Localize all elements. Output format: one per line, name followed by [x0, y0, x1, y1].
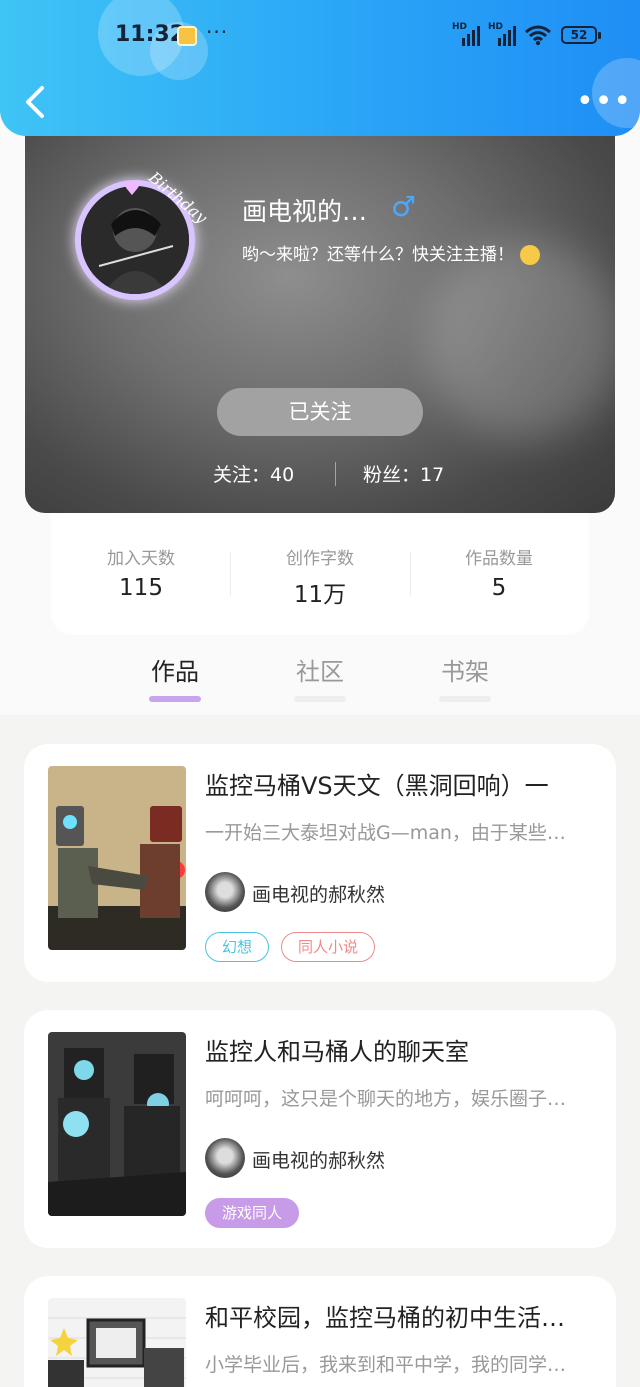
- stat-value: 5: [491, 575, 507, 601]
- stat-label: 创作字数: [286, 549, 354, 569]
- tab-works-indicator: [149, 696, 201, 702]
- wifi-icon: [525, 25, 551, 46]
- stat-word-count: 创作字数 11万: [230, 544, 410, 609]
- work-author: 画电视的郝秋然: [252, 1150, 386, 1172]
- work-card[interactable]: 监控马桶VS天文（黑洞回响）一 一开始三大泰坦对战G—man，由于某些… 画电视…: [24, 744, 616, 982]
- stat-value: 11万: [293, 582, 347, 608]
- work-title: 和平校园，监控马桶的初中生活…: [205, 1304, 565, 1332]
- author-stats: 加入天数 115 创作字数 11万 作品数量 5: [51, 500, 589, 635]
- work-tag[interactable]: 游戏同人: [205, 1198, 300, 1228]
- tab-community[interactable]: 社区: [270, 652, 370, 687]
- work-card[interactable]: 和平校园，监控马桶的初中生活… 小学毕业后，我来到和平中学，我的同学…: [24, 1276, 616, 1387]
- author-avatar: [205, 1138, 245, 1178]
- stat-label: 作品数量: [465, 549, 533, 569]
- signal-icon: HD: [452, 22, 480, 46]
- work-tags: 游戏同人: [205, 1198, 300, 1228]
- stat-works-count: 作品数量 5: [409, 544, 589, 601]
- work-cover-image: [48, 1032, 186, 1216]
- status-bar: 11:32 ··· HD HD 52: [0, 0, 640, 70]
- work-title: 监控人和马桶人的聊天室: [205, 1038, 469, 1066]
- avatar[interactable]: Birthday ♥: [75, 168, 211, 300]
- notification-icon: [177, 26, 197, 46]
- signal-icon: HD: [488, 22, 516, 46]
- tab-community-indicator: [294, 696, 346, 702]
- stat-join-days: 加入天数 115: [51, 544, 231, 601]
- profile-header-card: Birthday ♥ 画电视的… ♂ 哟～来啦？还等什么？快关注主播！ 已关注 …: [25, 120, 615, 513]
- profile-bio-text: 哟～来啦？还等什么？快关注主播！: [242, 245, 514, 265]
- followed-button[interactable]: 已关注: [217, 388, 423, 436]
- work-author: 画电视的郝秋然: [252, 884, 386, 906]
- more-button[interactable]: •••: [576, 87, 632, 117]
- stat-label: 加入天数: [107, 549, 175, 569]
- work-tag[interactable]: 幻想: [205, 932, 270, 962]
- stat-value: 115: [119, 575, 163, 601]
- tab-bookshelf-indicator: [439, 696, 491, 702]
- profile-name: 画电视的…: [242, 197, 368, 226]
- tab-bookshelf[interactable]: 书架: [415, 652, 515, 687]
- divider: [335, 462, 336, 486]
- profile-bio: 哟～来啦？还等什么？快关注主播！: [242, 240, 540, 265]
- back-button[interactable]: [22, 84, 50, 120]
- author-avatar: [205, 872, 245, 912]
- work-card[interactable]: 监控人和马桶人的聊天室 呵呵呵，这只是个聊天的地方，娱乐圈子… 画电视的郝秋然 …: [24, 1010, 616, 1248]
- tab-works[interactable]: 作品: [125, 652, 225, 687]
- more-notifications-icon: ···: [206, 20, 229, 44]
- male-gender-icon: ♂: [391, 190, 417, 223]
- grin-emoji-icon: [520, 245, 540, 265]
- top-bar: 11:32 ··· HD HD 52 •••: [0, 0, 640, 136]
- work-description: 小学毕业后，我来到和平中学，我的同学…: [205, 1354, 567, 1376]
- following-count[interactable]: 关注：40: [213, 460, 294, 487]
- follow-counts: 关注：40 粉丝：17: [25, 460, 615, 490]
- battery-icon: 52: [561, 26, 601, 44]
- work-title: 监控马桶VS天文（黑洞回响）一: [205, 772, 549, 800]
- work-description: 呵呵呵，这只是个聊天的地方，娱乐圈子…: [205, 1088, 567, 1110]
- signal-hd-label: HD: [488, 22, 504, 32]
- status-time: 11:32: [115, 22, 186, 47]
- work-cover-image: [48, 766, 186, 950]
- work-tags: 幻想 同人小说: [205, 932, 376, 962]
- fans-count[interactable]: 粉丝：17: [363, 460, 444, 487]
- work-description: 一开始三大泰坦对战G—man，由于某些…: [205, 822, 566, 844]
- work-cover-image: [48, 1298, 186, 1387]
- work-tag[interactable]: 同人小说: [281, 932, 376, 962]
- signal-hd-label: HD: [452, 22, 468, 32]
- heart-icon: ♥: [123, 176, 141, 200]
- chevron-left-icon: [26, 86, 44, 118]
